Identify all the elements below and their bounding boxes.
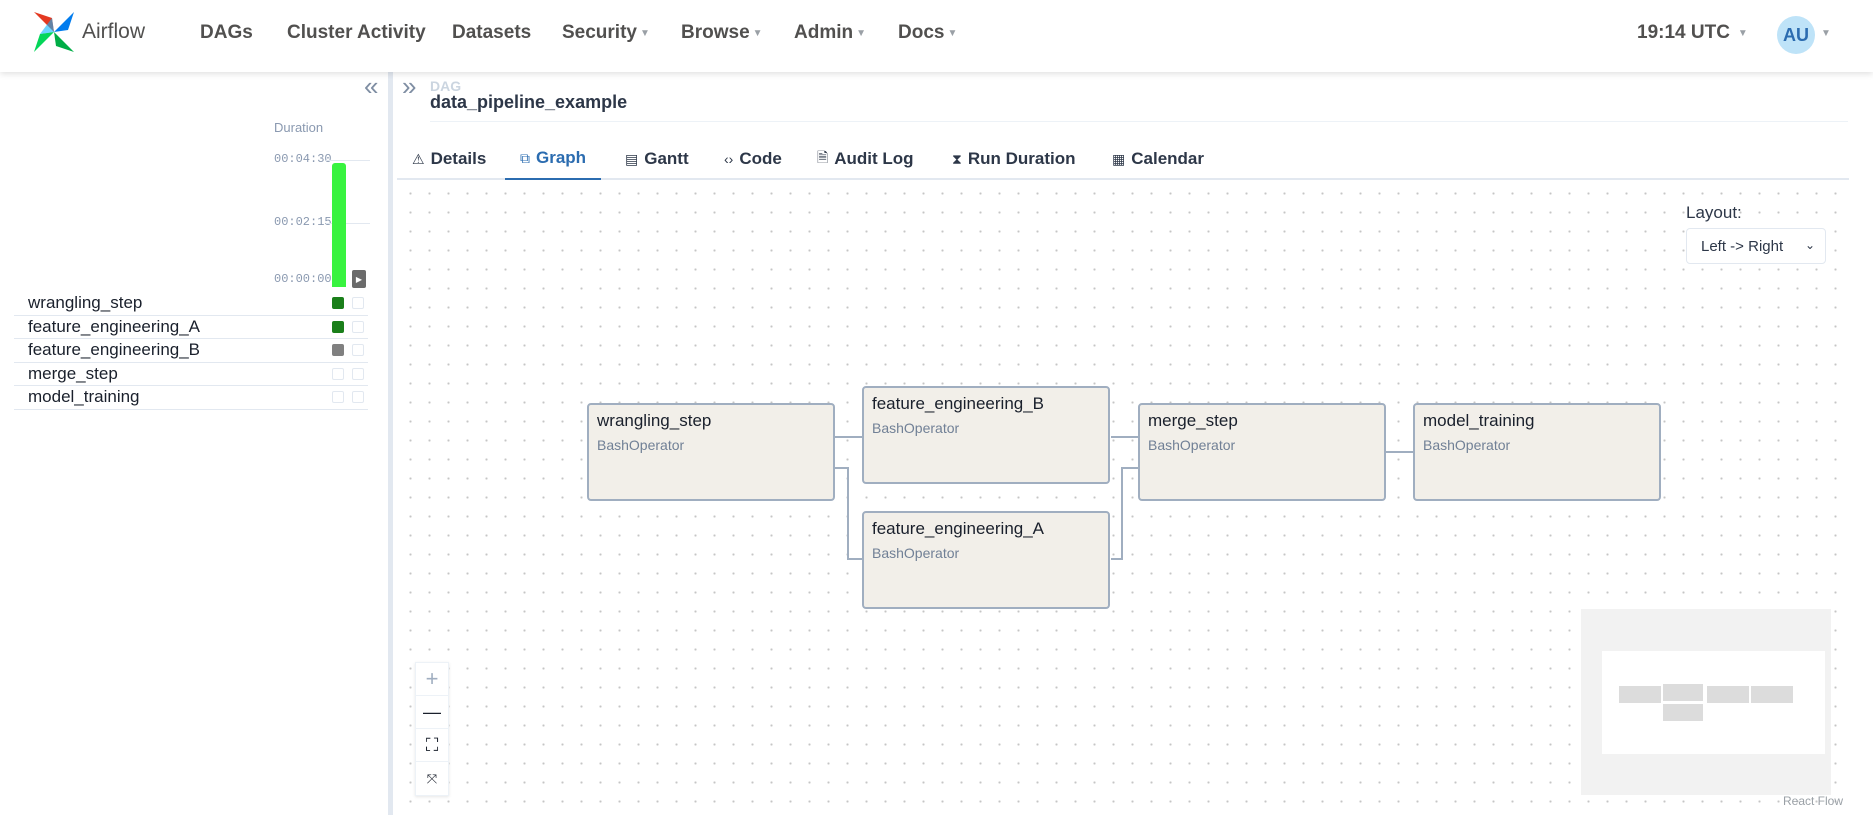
audit-log-icon: 🗎 <box>817 149 829 165</box>
tab-audit-log[interactable]: 🗎 Audit Log <box>802 138 929 180</box>
grid-panel: « Duration 00:04:30 00:02:15 00:00:00 ▶ … <box>0 72 388 815</box>
top-navbar: Airflow DAGs Cluster Activity Datasets S… <box>0 0 1873 72</box>
task-name: wrangling_step <box>28 293 143 313</box>
task-row[interactable]: wrangling_step <box>14 292 368 316</box>
duration-tick: 00:02:15 <box>274 215 332 229</box>
gantt-icon: ▤ <box>625 150 639 167</box>
chevron-down-icon: ▼ <box>639 27 650 39</box>
tab-graph[interactable]: ⧉ Graph <box>505 138 602 180</box>
zoom-out-icon[interactable]: — <box>416 696 448 729</box>
task-instance-cell[interactable] <box>352 297 364 309</box>
minimap-node <box>1663 684 1703 701</box>
dag-tabs: ⚠ Details ⧉ Graph ▤ Gantt ‹› Code 🗎 Audit Log… <box>397 138 1849 180</box>
task-node-feature-engineering-b[interactable]: feature_engineering_B BashOperator <box>862 386 1110 484</box>
chevron-down-icon: ⌄ <box>1804 238 1815 252</box>
task-node-name: model_training <box>1423 411 1535 430</box>
minimap-node <box>1707 686 1749 703</box>
task-instance-cell[interactable] <box>352 320 364 333</box>
collapse-panel-icon[interactable]: « <box>364 72 378 100</box>
graph-controls: + — ⛶ ⤧ <box>415 662 449 796</box>
task-node-name: wrangling_step <box>597 411 712 430</box>
task-instance-cell[interactable] <box>352 391 364 403</box>
chevron-down-icon: ▼ <box>1737 27 1748 39</box>
task-node-operator: BashOperator <box>597 437 685 453</box>
task-node-operator: BashOperator <box>872 420 960 436</box>
dag-title[interactable]: data_pipeline_example <box>430 92 627 113</box>
nav-dags[interactable]: DAGs <box>200 22 253 44</box>
task-node-name: feature_engineering_B <box>872 394 1045 413</box>
fit-view-icon[interactable]: ⛶ <box>416 729 448 762</box>
task-row[interactable]: feature_engineering_B <box>14 339 368 363</box>
tab-run-duration[interactable]: ⧗ Run Duration <box>937 138 1090 180</box>
layout-select[interactable]: Left -> Right ⌄ <box>1686 228 1826 264</box>
duration-tick: 00:04:30 <box>274 152 332 166</box>
task-name: model_training <box>28 387 140 407</box>
task-node-operator: BashOperator <box>1148 437 1236 453</box>
tab-code[interactable]: ‹› Code <box>709 138 797 180</box>
task-node-wrangling-step[interactable]: wrangling_step BashOperator <box>587 403 835 501</box>
layout-label: Layout: <box>1686 203 1742 222</box>
tab-gantt[interactable]: ▤ Gantt <box>610 138 704 180</box>
nav-browse[interactable]: Browse ▼ <box>681 22 763 44</box>
panel-resize-handle[interactable] <box>388 72 393 815</box>
warning-icon: ⚠ <box>412 150 425 167</box>
nav-cluster-activity[interactable]: Cluster Activity <box>287 22 426 44</box>
user-avatar[interactable]: AU <box>1777 16 1815 54</box>
task-row[interactable]: feature_engineering_A <box>14 316 368 339</box>
nav-datasets[interactable]: Datasets <box>452 22 531 44</box>
task-node-merge-step[interactable]: merge_step BashOperator <box>1138 403 1386 501</box>
task-node-name: merge_step <box>1148 411 1238 430</box>
nav-security[interactable]: Security ▼ <box>562 22 650 44</box>
run-duration-bar[interactable] <box>332 163 346 287</box>
minimap-node <box>1663 704 1703 721</box>
task-name: feature_engineering_B <box>28 340 201 360</box>
timezone-clock[interactable]: 19:14 UTC ▼ <box>1637 22 1748 44</box>
task-row[interactable]: merge_step <box>14 363 368 386</box>
react-flow-attribution[interactable]: React Flow <box>1783 794 1843 808</box>
layout-select-value: Left -> Right <box>1701 237 1784 255</box>
code-icon: ‹› <box>724 151 734 167</box>
minimap-node <box>1751 686 1793 703</box>
nav-admin[interactable]: Admin ▼ <box>794 22 866 44</box>
nav-docs[interactable]: Docs ▼ <box>898 22 957 44</box>
task-node-feature-engineering-a[interactable]: feature_engineering_A BashOperator <box>862 511 1110 609</box>
task-name: merge_step <box>28 363 118 383</box>
task-instance-cell[interactable] <box>332 391 344 403</box>
task-instance-cell[interactable] <box>332 344 344 356</box>
calendar-icon: ▦ <box>1112 150 1126 167</box>
chevron-down-icon: ▼ <box>856 27 867 39</box>
brand-name: Airflow <box>82 20 146 43</box>
task-row[interactable]: model_training <box>14 386 368 410</box>
task-node-name: feature_engineering_A <box>872 519 1045 538</box>
chevron-down-icon: ▼ <box>752 27 763 39</box>
header-divider <box>430 121 1848 122</box>
graph-icon: ⧉ <box>520 149 530 166</box>
task-list: wrangling_step feature_engineering_A fea… <box>14 292 368 410</box>
task-instance-cell[interactable] <box>332 320 344 333</box>
task-instance-cell[interactable] <box>352 344 364 356</box>
hourglass-icon: ⧗ <box>952 150 962 167</box>
duration-label: Duration <box>274 120 324 135</box>
zoom-in-icon[interactable]: + <box>416 663 448 696</box>
task-instance-cell[interactable] <box>332 297 344 309</box>
expand-panel-icon[interactable]: » <box>402 72 416 100</box>
play-icon[interactable]: ▶ <box>352 270 366 288</box>
task-instance-cell[interactable] <box>352 367 364 380</box>
task-name: feature_engineering_A <box>28 316 201 336</box>
duration-tick: 00:00:00 <box>274 272 332 286</box>
tab-calendar[interactable]: ▦ Calendar <box>1097 138 1219 180</box>
chevron-down-icon[interactable]: ▼ <box>1821 28 1831 39</box>
airflow-logo-icon <box>34 12 74 52</box>
fullscreen-icon[interactable]: ⤧ <box>416 762 448 795</box>
chevron-down-icon: ▼ <box>947 27 958 39</box>
tab-details[interactable]: ⚠ Details <box>397 138 501 180</box>
task-node-operator: BashOperator <box>872 545 960 561</box>
task-node-model-training[interactable]: model_training BashOperator <box>1413 403 1661 501</box>
minimap-node <box>1619 686 1661 703</box>
task-instance-cell[interactable] <box>332 367 344 380</box>
tick-gridline <box>326 160 370 161</box>
task-node-operator: BashOperator <box>1423 437 1511 453</box>
brand[interactable]: Airflow <box>30 8 145 56</box>
